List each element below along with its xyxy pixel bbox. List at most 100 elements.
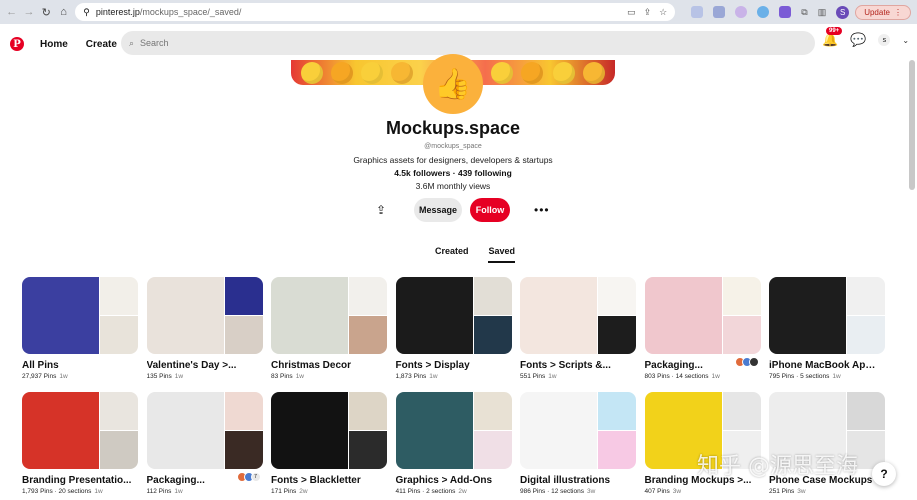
board-collaborators[interactable]: 7: [236, 472, 261, 482]
board-updated-ago: 1w: [832, 373, 841, 380]
reload-icon[interactable]: ↻: [41, 5, 52, 19]
tab-saved[interactable]: Saved: [488, 246, 516, 263]
board-cover: [146, 277, 263, 354]
search-icon: ⌕: [129, 37, 135, 48]
board-cover-main-image: [520, 392, 597, 469]
board-card[interactable]: Christmas Decor 83 Pins 1w: [271, 277, 387, 380]
board-title: All Pins: [22, 360, 59, 371]
pinterest-logo[interactable]: P: [10, 37, 24, 51]
extension-icon[interactable]: [779, 6, 792, 18]
board-card[interactable]: Branding Presentatio... 1,793 Pins · 20 s…: [22, 392, 138, 495]
browser-profile-avatar[interactable]: S: [836, 5, 850, 19]
thumbs-up-icon: 👍: [434, 67, 472, 101]
board-card[interactable]: Fonts > Scripts &... 551 Pins 1w: [520, 277, 636, 380]
board-cover-side-images: [598, 392, 636, 469]
screen-cast-icon[interactable]: ▭: [627, 7, 636, 18]
board-card[interactable]: Fonts > Display 1,873 Pins 1w: [395, 277, 512, 380]
scrollbar[interactable]: [909, 60, 915, 190]
search-input[interactable]: ⌕ Search: [121, 31, 815, 55]
share-icon[interactable]: ⇪: [644, 7, 652, 18]
profile-tabs: Created Saved: [0, 246, 917, 263]
board-card[interactable]: Packaging... 112 Pins 1w 7: [146, 392, 263, 495]
board-pin-count: 551 Pins: [520, 373, 546, 380]
notifications-bell-icon[interactable]: 🔔 99+: [822, 27, 843, 48]
board-updated-ago: 1w: [429, 373, 438, 380]
following-count[interactable]: 439 following: [458, 168, 512, 178]
board-cover-side-image: [847, 277, 885, 315]
tab-created[interactable]: Created: [435, 246, 469, 263]
site-info-icon[interactable]: ⚲: [83, 7, 90, 18]
extensions-icon[interactable]: ⧉: [801, 7, 807, 18]
url-path: /mockups_space/_saved/: [139, 7, 242, 17]
board-cover: [644, 277, 761, 354]
board-cover: [395, 392, 512, 469]
board-cover-side-image: [224, 316, 263, 354]
board-meta: 795 Pins · 5 sections 1w: [769, 373, 841, 380]
board-card[interactable]: Digital illustrations 986 Pins · 12 secti…: [520, 392, 636, 495]
board-cover: [271, 277, 387, 354]
profile-avatar: 👍: [423, 54, 483, 114]
forward-icon[interactable]: →: [23, 5, 34, 19]
board-cover-main-image: [22, 277, 99, 354]
board-card[interactable]: Valentine's Day >... 135 Pins 1w: [146, 277, 263, 380]
update-button[interactable]: Update ⋮: [855, 4, 911, 20]
board-cover-side-image: [598, 431, 636, 469]
board-cover-side-images: [349, 277, 387, 354]
board-cover-side-image: [722, 392, 761, 430]
board-card[interactable]: Fonts > Blackletter 171 Pins 2w: [271, 392, 387, 495]
board-cover-side-image: [349, 316, 387, 354]
extension-icon[interactable]: [735, 6, 748, 18]
bookmark-star-icon[interactable]: ☆: [659, 7, 667, 18]
more-options-icon[interactable]: •••: [534, 203, 550, 217]
messages-icon[interactable]: 💬: [850, 32, 866, 48]
board-title: iPhone MacBook Appl...: [769, 360, 879, 371]
board-card[interactable]: iPhone MacBook Appl... 795 Pins · 5 secti…: [769, 277, 885, 380]
collaborator-avatar: [748, 357, 759, 367]
board-cover: [520, 392, 636, 469]
board-meta: 83 Pins 1w: [271, 373, 387, 380]
home-tab[interactable]: Home: [40, 33, 68, 56]
board-meta: 135 Pins 1w: [147, 373, 263, 380]
account-chevron-down-icon[interactable]: ⌄: [902, 36, 909, 45]
board-cover: [520, 277, 636, 354]
board-card[interactable]: Packaging... 803 Pins · 14 sections 1w: [644, 277, 761, 380]
home-icon[interactable]: ⌂: [58, 5, 69, 19]
back-icon[interactable]: ←: [6, 5, 17, 19]
message-button[interactable]: Message: [414, 198, 462, 222]
extension-icon[interactable]: [757, 6, 770, 18]
board-cover-side-images: [349, 392, 387, 469]
board-title: Fonts > Blackletter: [271, 475, 361, 486]
share-profile-icon[interactable]: ⇪: [376, 203, 388, 217]
board-cover-main-image: [769, 277, 846, 354]
board-pin-count: 795 Pins: [769, 373, 795, 380]
board-cover-side-image: [598, 316, 636, 354]
board-cover-side-image: [598, 392, 636, 430]
board-cover-side-images: [473, 277, 512, 354]
board-cover-side-images: [473, 392, 512, 469]
board-card[interactable]: All Pins 27,937 Pins 1w: [22, 277, 138, 380]
board-card[interactable]: Graphics > Add-Ons 411 Pins · 2 sections 2…: [395, 392, 512, 495]
board-title: Branding Presentatio...: [22, 475, 132, 486]
extension-icon[interactable]: [691, 6, 704, 18]
help-button[interactable]: ?: [872, 462, 896, 486]
board-updated-ago: 3w: [797, 488, 806, 495]
sidebar-icon[interactable]: ▥: [818, 7, 827, 18]
board-meta: 411 Pins · 2 sections 2w: [395, 488, 467, 495]
board-cover-side-image: [847, 392, 885, 430]
user-avatar[interactable]: s: [878, 34, 891, 46]
followers-count[interactable]: 4.5k followers: [394, 168, 450, 178]
search-placeholder: Search: [140, 38, 169, 48]
board-cover-side-images: [847, 277, 885, 354]
follow-button[interactable]: Follow: [470, 198, 510, 222]
board-updated-ago: 3w: [586, 488, 596, 495]
board-updated-ago: 1w: [174, 488, 183, 495]
board-cover-side-image: [224, 431, 263, 469]
board-cover-side-image: [349, 392, 387, 430]
board-title: Fonts > Scripts &...: [520, 360, 611, 371]
browser-toolbar: ← → ↻ ⌂ ⚲ pinterest.jp/mockups_space/_sa…: [0, 0, 917, 24]
board-updated-ago: 1w: [548, 373, 557, 380]
collaborator-count: 7: [250, 472, 261, 482]
address-bar[interactable]: ⚲ pinterest.jp/mockups_space/_saved/ ▭ ⇪…: [75, 3, 676, 21]
board-collaborators[interactable]: [734, 357, 759, 367]
extension-icon[interactable]: [713, 6, 726, 18]
